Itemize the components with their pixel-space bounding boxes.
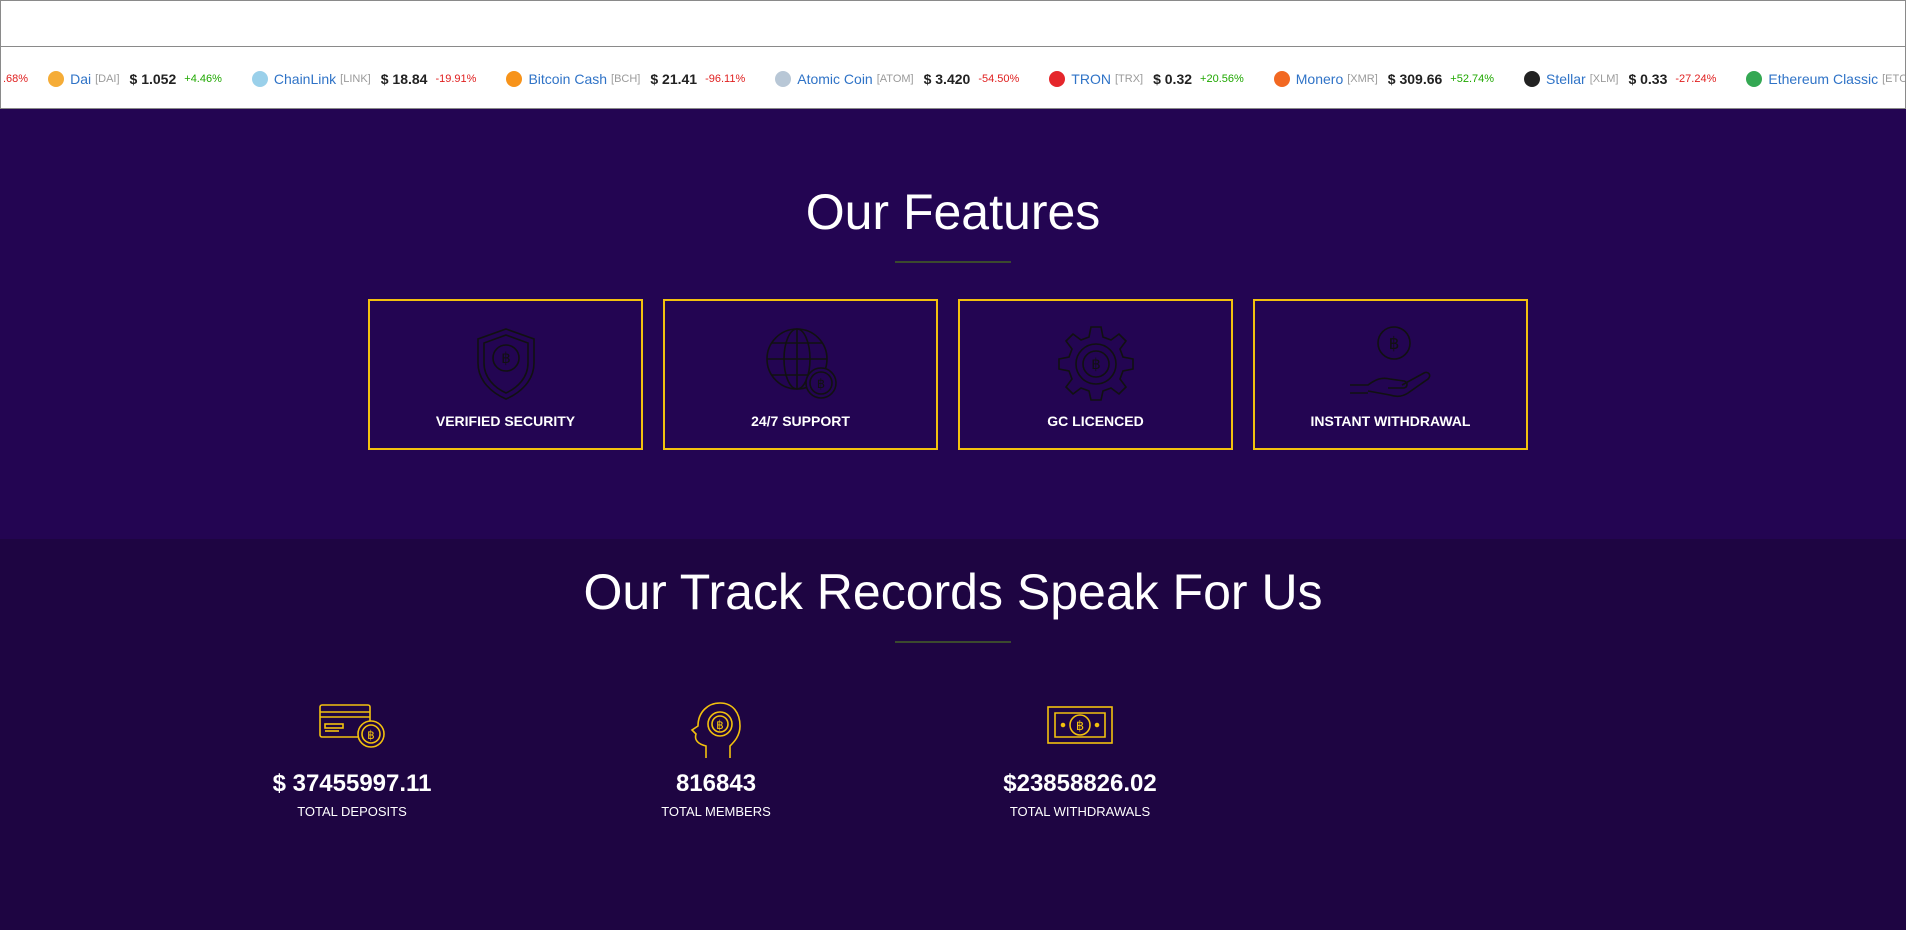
stat-value: $ 37455997.11 <box>272 770 432 797</box>
feature-card-label: GC LICENCED <box>1047 413 1144 429</box>
feature-card-label: INSTANT WITHDRAWAL <box>1310 413 1471 429</box>
coin-name[interactable]: Stellar <box>1546 71 1586 87</box>
ticker-item-atomic-coin[interactable]: Atomic Coin [ATOM] $ 3.420 -54.50% <box>775 70 1020 87</box>
ticker-track: .68% Dai [DAI] $ 1.052 +4.46% ChainLink [LINK… <box>1 47 1905 108</box>
bitcoin-cash-icon <box>506 70 523 87</box>
banknote-bitcoin-icon: ฿ <box>1047 706 1113 744</box>
ticker-partial-change: .68% <box>3 72 29 85</box>
ethereum-classic-icon <box>1746 70 1763 87</box>
coin-price: $ 18.84 <box>380 70 428 87</box>
feature-card-verified-security: ฿ VERIFIED SECURITY <box>368 299 643 450</box>
monero-icon <box>1273 70 1290 87</box>
feature-card-label: VERIFIED SECURITY <box>435 413 576 429</box>
stat-label: TOTAL WITHDRAWALS <box>1009 804 1151 819</box>
coin-name[interactable]: Ethereum Classic <box>1768 71 1878 87</box>
stat-total-members: ฿ 816843 TOTAL MEMBERS <box>596 700 836 819</box>
svg-text:฿: ฿ <box>501 349 511 367</box>
shield-bitcoin-icon: ฿ <box>476 328 535 400</box>
features-title-divider <box>895 261 1011 263</box>
feature-card-gc-licenced: ฿ GC LICENCED <box>958 299 1233 450</box>
stat-total-deposits: ฿ $ 37455997.11 TOTAL DEPOSITS <box>232 700 472 819</box>
ticker-item-monero[interactable]: Monero [XMR] $ 309.66 +52.74% <box>1273 70 1495 87</box>
stat-label: TOTAL MEMBERS <box>661 804 771 819</box>
tron-icon <box>1049 70 1066 87</box>
dai-icon <box>48 70 65 87</box>
coin-change: -54.50% <box>978 72 1020 85</box>
features-section <box>0 109 1906 539</box>
globe-bitcoin-icon: ฿ <box>765 328 837 399</box>
top-blank-bar <box>0 0 1906 46</box>
coin-symbol: [BCH] <box>611 72 641 85</box>
features-title: Our Features <box>805 184 1101 240</box>
coin-symbol: [DAI] <box>95 72 120 85</box>
stat-value: $23858826.02 <box>1003 770 1157 797</box>
coin-symbol: [LINK] <box>340 72 371 85</box>
coin-name[interactable]: Monero <box>1296 71 1343 87</box>
crypto-price-ticker: .68% Dai [DAI] $ 1.052 +4.46% ChainLink [LINK… <box>0 46 1906 109</box>
coin-name[interactable]: Dai <box>70 71 91 87</box>
coin-name[interactable]: ChainLink <box>274 71 336 87</box>
coin-change: -19.91% <box>435 72 477 85</box>
coin-symbol: [TRX] <box>1114 72 1144 85</box>
svg-text:฿: ฿ <box>716 718 724 732</box>
track-records-title-divider <box>895 641 1011 643</box>
coin-price: $ 0.33 <box>1628 70 1668 87</box>
coin-symbol: [ATOM] <box>876 72 914 85</box>
coin-change: -96.11% <box>705 72 746 85</box>
coin-change: -27.24% <box>1675 72 1717 85</box>
ticker-item-chainlink[interactable]: ChainLink [LINK] $ 18.84 -19.91% <box>251 70 477 87</box>
stat-total-withdrawals: ฿ $23858826.02 TOTAL WITHDRAWALS <box>960 700 1200 819</box>
stat-label: TOTAL DEPOSITS <box>297 804 407 819</box>
feature-card-instant-withdrawal: ฿ INSTANT WITHDRAWAL <box>1253 299 1528 450</box>
gear-bitcoin-icon: ฿ <box>1057 326 1134 401</box>
coin-price: $ 3.420 <box>923 70 971 87</box>
coin-change: +20.56% <box>1200 72 1244 85</box>
coin-name[interactable]: TRON <box>1071 71 1111 87</box>
svg-text:฿: ฿ <box>367 728 375 742</box>
ticker-item-dai[interactable]: Dai [DAI] $ 1.052 +4.46% <box>48 70 222 87</box>
ticker-item-bitcoin-cash[interactable]: Bitcoin Cash [BCH] $ 21.41 -96.11% <box>506 70 746 87</box>
svg-text:฿: ฿ <box>816 377 824 392</box>
track-records-title: Our Track Records Speak For Us <box>583 564 1323 620</box>
ticker-item-ethereum-classic[interactable]: Ethereum Classic[ETC]$ 17.26-39.20% <box>1746 70 1905 87</box>
coin-symbol: [XMR] <box>1347 72 1378 85</box>
coin-price: $ 309.66 <box>1387 70 1443 87</box>
ticker-item-tron[interactable]: TRON [TRX] $ 0.32 +20.56% <box>1049 70 1244 87</box>
svg-text:฿: ฿ <box>1091 355 1101 373</box>
coin-name[interactable]: Atomic Coin <box>797 71 872 87</box>
svg-text:฿: ฿ <box>1388 334 1399 354</box>
coin-price: $ 1.052 <box>129 70 177 87</box>
coin-price: $ 21.41 <box>650 70 698 87</box>
coin-symbol: [ETC] <box>1882 72 1905 85</box>
ticker-item-stellar[interactable]: Stellar [XLM] $ 0.33 -27.24% <box>1524 70 1717 87</box>
stat-value: 816843 <box>675 770 757 797</box>
svg-text:฿: ฿ <box>1076 719 1084 734</box>
hand-bitcoin-icon: ฿ <box>1349 326 1430 398</box>
chainlink-icon <box>251 70 268 87</box>
coin-change: +52.74% <box>1450 72 1495 85</box>
feature-card-support: ฿ 24/7 SUPPORT <box>663 299 938 450</box>
card-bitcoin-icon: ฿ <box>319 704 385 748</box>
coin-symbol: [XLM] <box>1589 72 1619 85</box>
coin-change: +4.46% <box>184 72 222 85</box>
coin-name[interactable]: Bitcoin Cash <box>528 71 607 87</box>
feature-card-label: 24/7 SUPPORT <box>751 413 850 429</box>
head-bitcoin-icon: ฿ <box>690 702 741 758</box>
atomic-coin-icon <box>775 70 792 87</box>
coin-price: $ 0.32 <box>1153 70 1193 87</box>
stellar-icon <box>1524 70 1541 87</box>
